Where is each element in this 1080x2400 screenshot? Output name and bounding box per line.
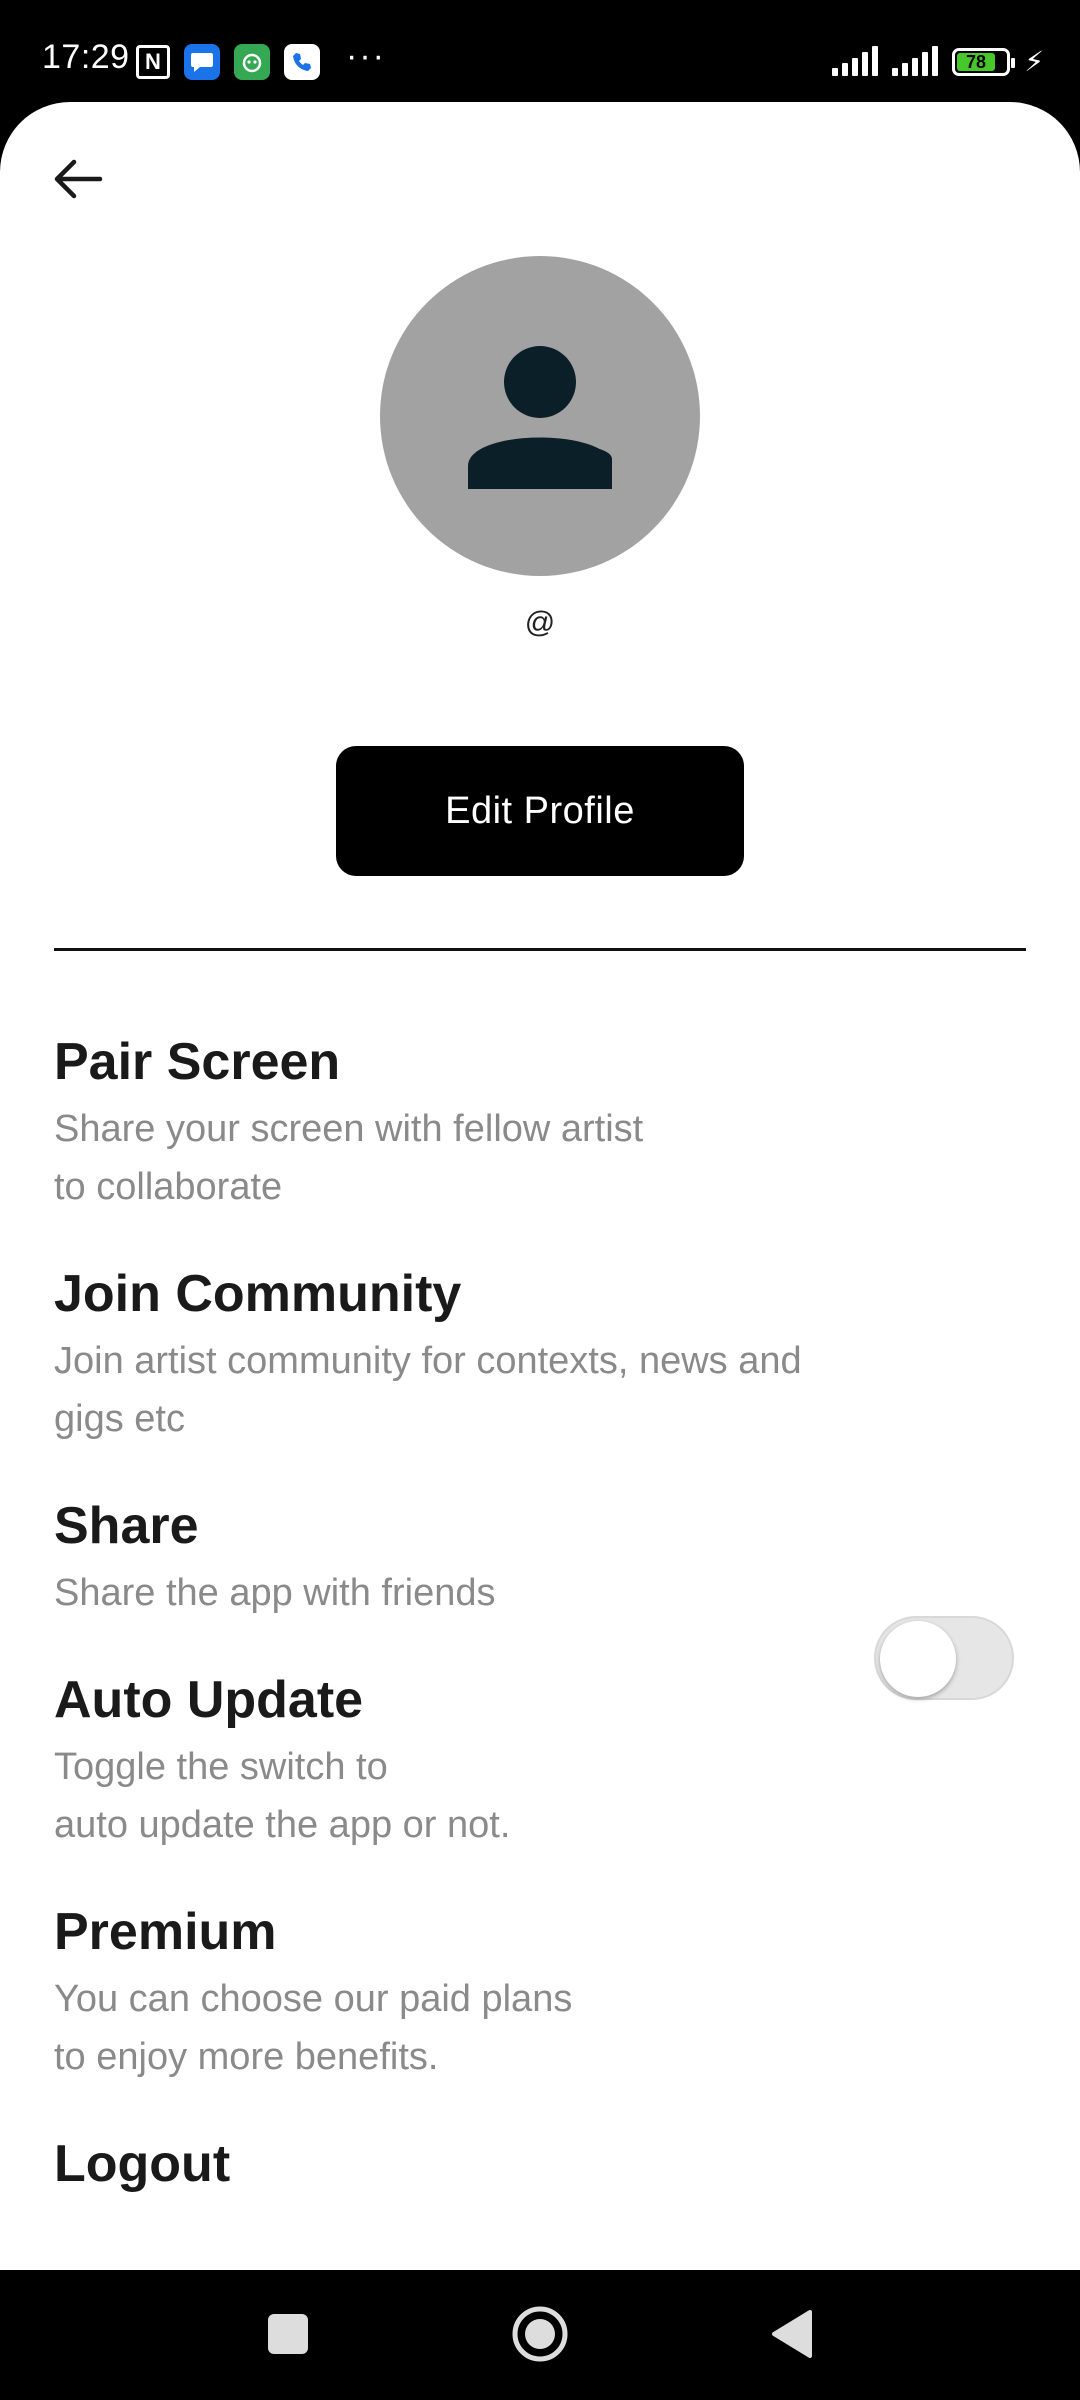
home-circle-icon	[512, 2306, 568, 2362]
system-icons: 78 ⚡	[832, 46, 1044, 76]
system-back-button[interactable]	[768, 2308, 814, 2360]
menu-item-title: Join Community	[54, 1265, 462, 1323]
signal-icon	[832, 46, 879, 76]
username-handle: @	[524, 606, 556, 639]
status-bar: 17:29 N ··· 78 ⚡	[0, 0, 1080, 100]
menu-item-description: Share the app with friends	[54, 1572, 496, 1614]
bot-app-icon	[234, 44, 270, 80]
toggle-knob	[880, 1621, 956, 1697]
recent-apps-button[interactable]	[268, 2314, 308, 2354]
home-button[interactable]	[512, 2306, 568, 2362]
menu-item-description: Join artist community for contexts, news…	[54, 1340, 802, 1440]
back-arrow-icon	[54, 159, 103, 199]
menu-item-title: Logout	[54, 2135, 231, 2193]
back-triangle-icon	[772, 2310, 812, 2358]
menu-item-description: Toggle the switch to auto update the app…	[54, 1746, 511, 1846]
battery-level: 78	[957, 52, 995, 72]
signal-icon	[892, 46, 939, 76]
person-icon	[468, 346, 612, 489]
divider	[54, 948, 1026, 951]
back-button[interactable]	[50, 152, 104, 206]
menu-item-share[interactable]: Share Share the app with friends	[54, 1496, 1026, 1622]
avatar[interactable]	[380, 256, 700, 576]
navigation-bar	[0, 2270, 1080, 2400]
menu-item-join-community[interactable]: Join Community Join artist community for…	[54, 1264, 1026, 1448]
more-dots-icon: ···	[346, 36, 386, 75]
edit-profile-button[interactable]: Edit Profile	[336, 746, 744, 876]
menu-item-title: Pair Screen	[54, 1033, 341, 1091]
messages-icon	[184, 44, 220, 80]
menu-item-premium[interactable]: Premium You can choose our paid plans to…	[54, 1902, 1026, 2086]
menu-item-auto-update: Auto Update Toggle the switch to auto up…	[54, 1670, 1026, 1854]
menu-item-title: Premium	[54, 1903, 277, 1961]
notification-icons: N ···	[136, 37, 386, 80]
menu-item-title: Share	[54, 1497, 199, 1555]
status-time: 17:29	[42, 38, 130, 76]
menu-item-pair-screen[interactable]: Pair Screen Share your screen with fello…	[54, 1032, 1026, 1216]
menu-item-logout[interactable]: Logout	[54, 2134, 1026, 2194]
auto-update-toggle[interactable]	[874, 1616, 1014, 1700]
battery-icon: 78	[952, 48, 1016, 76]
menu-item-description: Share your screen with fellow artist to …	[54, 1108, 644, 1208]
phone-icon	[284, 44, 320, 80]
charging-bolt-icon: ⚡	[1024, 46, 1044, 77]
menu-item-description: You can choose our paid plans to enjoy m…	[54, 1978, 573, 2078]
battery-cap	[1011, 58, 1016, 68]
profile-sheet: @ Edit Profile Pair Screen Share your sc…	[0, 102, 1080, 2270]
nfc-icon: N	[136, 45, 170, 79]
